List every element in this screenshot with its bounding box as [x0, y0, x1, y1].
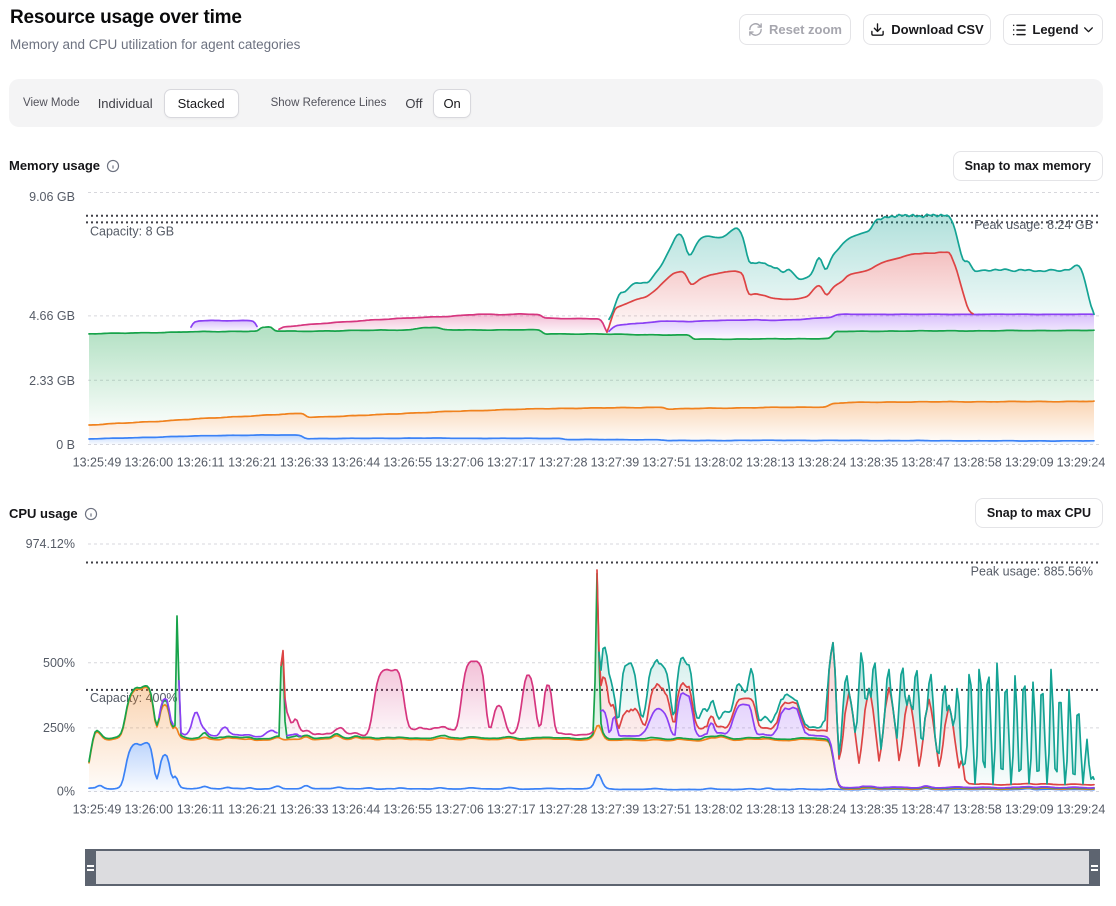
- svg-text:4.66 GB: 4.66 GB: [29, 309, 75, 323]
- svg-text:13:26:55: 13:26:55: [383, 803, 432, 817]
- svg-text:13:29:24: 13:29:24: [1057, 803, 1106, 817]
- svg-text:13:27:17: 13:27:17: [487, 803, 536, 817]
- svg-text:500%: 500%: [43, 656, 75, 670]
- svg-text:974.12%: 974.12%: [26, 537, 75, 551]
- svg-text:2.33 GB: 2.33 GB: [29, 374, 75, 388]
- svg-text:13:29:24: 13:29:24: [1057, 456, 1106, 470]
- svg-text:13:28:58: 13:28:58: [953, 803, 1002, 817]
- svg-text:13:25:49: 13:25:49: [73, 803, 122, 817]
- svg-text:13:28:58: 13:28:58: [953, 456, 1002, 470]
- svg-text:Capacity: 8 GB: Capacity: 8 GB: [90, 225, 174, 239]
- svg-text:13:28:02: 13:28:02: [694, 803, 743, 817]
- svg-text:13:27:51: 13:27:51: [642, 456, 691, 470]
- svg-text:13:28:35: 13:28:35: [850, 456, 899, 470]
- svg-text:13:27:28: 13:27:28: [539, 803, 588, 817]
- svg-text:Peak usage: 885.56%: Peak usage: 885.56%: [971, 565, 1093, 579]
- svg-text:Peak usage: 8.24 GB: Peak usage: 8.24 GB: [974, 218, 1093, 232]
- svg-text:Capacity: 400%: Capacity: 400%: [90, 691, 178, 705]
- svg-text:13:27:06: 13:27:06: [435, 803, 484, 817]
- svg-text:13:28:35: 13:28:35: [850, 803, 899, 817]
- svg-text:13:26:44: 13:26:44: [332, 803, 381, 817]
- svg-text:9.06 GB: 9.06 GB: [29, 190, 75, 204]
- svg-text:13:28:24: 13:28:24: [798, 456, 847, 470]
- svg-text:13:26:44: 13:26:44: [332, 456, 381, 470]
- svg-text:13:26:55: 13:26:55: [383, 456, 432, 470]
- svg-text:13:26:21: 13:26:21: [228, 803, 277, 817]
- svg-text:13:27:17: 13:27:17: [487, 456, 536, 470]
- svg-text:13:26:33: 13:26:33: [280, 456, 329, 470]
- svg-text:13:29:09: 13:29:09: [1005, 456, 1054, 470]
- svg-text:13:27:39: 13:27:39: [591, 803, 640, 817]
- svg-text:13:27:06: 13:27:06: [435, 456, 484, 470]
- svg-text:13:26:11: 13:26:11: [177, 803, 225, 817]
- svg-text:13:27:28: 13:27:28: [539, 456, 588, 470]
- svg-text:0%: 0%: [57, 785, 75, 799]
- svg-text:13:28:47: 13:28:47: [901, 803, 950, 817]
- svg-text:13:26:00: 13:26:00: [124, 456, 173, 470]
- svg-text:13:28:13: 13:28:13: [746, 803, 795, 817]
- svg-text:13:28:13: 13:28:13: [746, 456, 795, 470]
- svg-text:13:28:02: 13:28:02: [694, 456, 743, 470]
- svg-text:250%: 250%: [43, 721, 75, 735]
- svg-text:13:25:49: 13:25:49: [73, 456, 122, 470]
- svg-text:13:28:47: 13:28:47: [901, 456, 950, 470]
- svg-text:13:29:09: 13:29:09: [1005, 803, 1054, 817]
- svg-text:13:26:00: 13:26:00: [124, 803, 173, 817]
- svg-text:13:26:11: 13:26:11: [177, 456, 225, 470]
- svg-text:13:27:51: 13:27:51: [642, 803, 691, 817]
- svg-text:13:26:21: 13:26:21: [228, 456, 277, 470]
- svg-text:0 B: 0 B: [56, 438, 75, 452]
- svg-text:13:28:24: 13:28:24: [798, 803, 847, 817]
- svg-text:13:27:39: 13:27:39: [591, 456, 640, 470]
- svg-text:13:26:33: 13:26:33: [280, 803, 329, 817]
